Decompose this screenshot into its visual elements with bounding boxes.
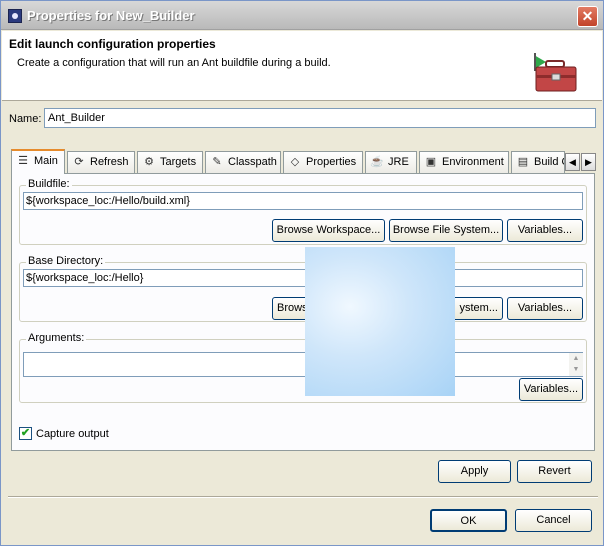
scroll-down-arrow-icon[interactable]: ▼	[569, 364, 583, 375]
tab-environment[interactable]: ▣ Environment	[419, 151, 509, 173]
tab-targets[interactable]: ⚙ Targets	[137, 151, 203, 173]
arguments-textarea[interactable]	[23, 352, 583, 377]
jre-icon: ☕	[370, 156, 384, 168]
targets-icon: ⚙	[144, 156, 154, 168]
name-input[interactable]	[44, 108, 596, 128]
base-directory-variables-button[interactable]: Variables...	[507, 297, 583, 320]
tab-label: Build O	[534, 156, 564, 168]
tab-label: Targets	[160, 156, 197, 168]
tab-build-options[interactable]: ▤ Build O	[511, 151, 565, 173]
tab-jre[interactable]: ☕ JRE	[365, 151, 417, 173]
tab-label: Classpath	[228, 156, 277, 168]
header-description: Create a configuration that will run an …	[17, 57, 331, 69]
capture-output-label: Capture output	[36, 428, 109, 440]
title-bar[interactable]: Properties for New_Builder ✕	[1, 1, 603, 30]
tab-label: JRE	[388, 156, 409, 168]
properties-dialog: Properties for New_Builder ✕ Edit launch…	[0, 0, 604, 546]
arguments-scrollbar[interactable]: ▲ ▼	[569, 353, 583, 376]
tab-properties[interactable]: ◇ Properties	[283, 151, 363, 173]
main-tab-panel: Buildfile: Browse Workspace... Browse Fi…	[11, 173, 595, 451]
environment-icon: ▣	[425, 156, 437, 168]
capture-output-checkbox[interactable]: ✔	[19, 427, 32, 440]
window-title: Properties for New_Builder	[27, 8, 195, 23]
tab-main[interactable]: ☰ Main	[11, 149, 65, 174]
tab-classpath[interactable]: ✎ Classpath	[205, 151, 281, 173]
separator	[8, 496, 598, 498]
tab-label: Refresh	[90, 156, 129, 168]
eclipse-icon	[8, 9, 22, 23]
tab-label: Main	[34, 155, 58, 167]
buildfile-browse-workspace-button[interactable]: Browse Workspace...	[272, 219, 385, 242]
revert-button[interactable]: Revert	[517, 460, 592, 483]
header-title: Edit launch configuration properties	[9, 37, 216, 51]
build-options-icon: ▤	[517, 156, 529, 168]
base-directory-label: Base Directory:	[26, 255, 106, 267]
buildfile-group: Buildfile: Browse Workspace... Browse Fi…	[19, 178, 587, 245]
buildfile-input[interactable]	[23, 192, 583, 210]
buildfile-browse-file-system-button[interactable]: Browse File System...	[389, 219, 503, 242]
refresh-icon: ⟳	[74, 156, 84, 168]
arguments-variables-button[interactable]: Variables...	[519, 378, 583, 401]
buildfile-label: Buildfile:	[26, 178, 72, 190]
main-icon: ☰	[18, 155, 28, 167]
ok-button[interactable]: OK	[430, 509, 507, 532]
tab-scroll-right-button[interactable]: ▶	[581, 153, 596, 171]
apply-button[interactable]: Apply	[438, 460, 511, 483]
tab-label: Environment	[442, 156, 504, 168]
tab-label: Properties	[306, 156, 357, 168]
scroll-up-arrow-icon[interactable]: ▲	[569, 353, 583, 364]
tab-refresh[interactable]: ⟳ Refresh	[67, 151, 135, 173]
cancel-button[interactable]: Cancel	[515, 509, 592, 532]
name-label: Name:	[9, 113, 42, 125]
buildfile-variables-button[interactable]: Variables...	[507, 219, 583, 242]
toolbox-icon	[534, 53, 577, 92]
tab-strip: ☰ Main ⟳ Refresh ⚙ Targets ✎ Classpath ◇…	[11, 149, 597, 174]
properties-icon: ◇	[290, 156, 300, 168]
dialog-header: Edit launch configuration properties Cre…	[2, 31, 602, 101]
arguments-group: Arguments: ▲ ▼ Variables...	[19, 332, 587, 403]
overlay-sky-image	[305, 247, 455, 396]
arguments-label: Arguments:	[26, 332, 87, 344]
close-button[interactable]: ✕	[577, 6, 598, 27]
base-directory-input[interactable]	[23, 269, 583, 287]
classpath-icon: ✎	[212, 156, 222, 168]
base-directory-group: Base Directory: Brows ystem... Variables…	[19, 255, 587, 322]
tab-scroll-left-button[interactable]: ◀	[565, 153, 580, 171]
